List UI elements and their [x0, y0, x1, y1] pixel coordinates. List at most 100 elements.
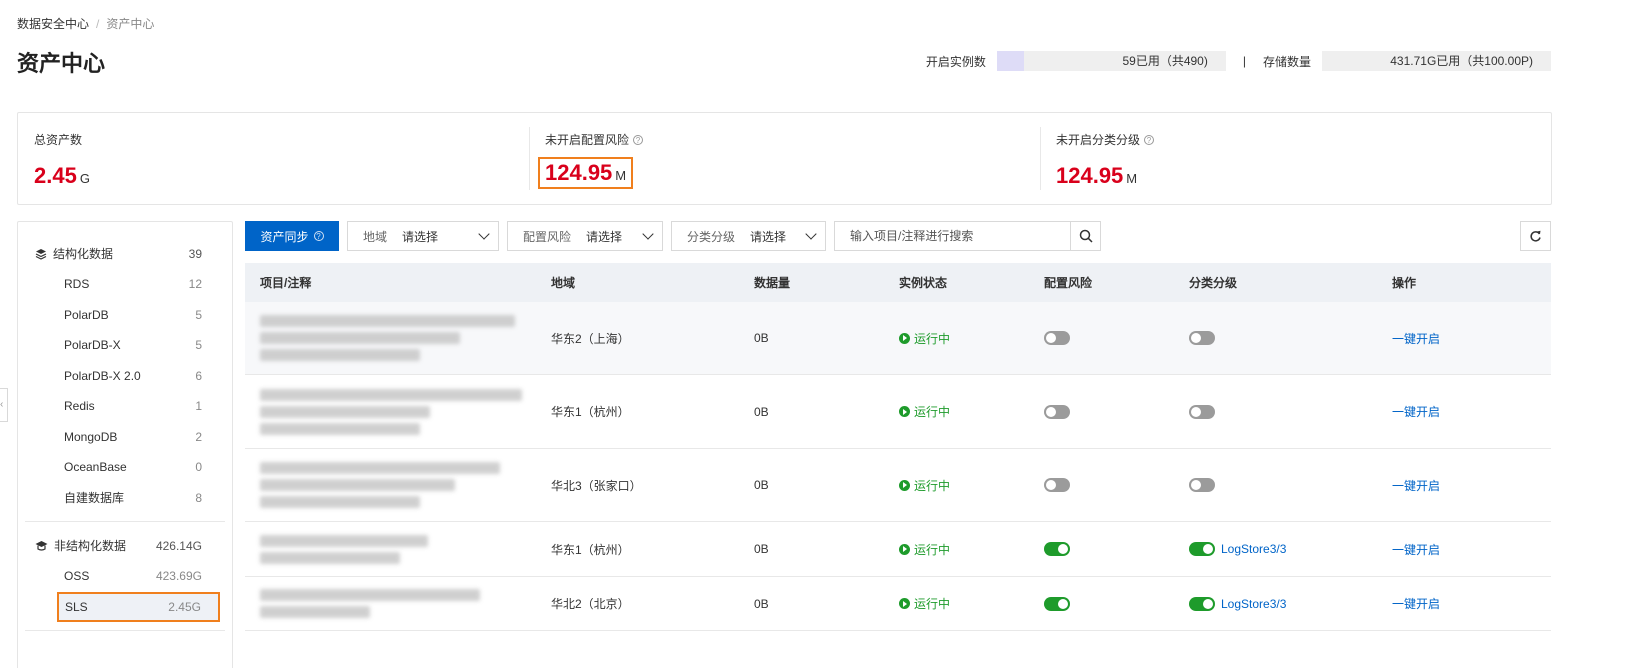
sidebar-group-count: 39: [188, 246, 202, 261]
cell-region: 华东2（上海）: [551, 331, 630, 346]
cell-status: 运行中: [899, 541, 1044, 558]
breadcrumb-root[interactable]: 数据安全中心: [17, 17, 89, 31]
instances-quota-label: 开启实例数: [925, 54, 986, 69]
help-icon[interactable]: ?: [1144, 134, 1155, 145]
classification-switch[interactable]: [1189, 331, 1215, 345]
sidebar-group-structured[interactable]: 结构化数据 39: [18, 238, 232, 269]
classification-select[interactable]: 分类分级 请选择: [671, 221, 826, 251]
sidebar-item-oceanbase[interactable]: OceanBase 0: [18, 452, 232, 483]
cell-status: 运行中: [899, 330, 1044, 347]
asset-table: 项目/注释 地域 数据量 实例状态 配置风险 分类分级 操作 华东2（上海） 0…: [245, 263, 1551, 631]
layers-icon: [35, 248, 47, 260]
classification-switch[interactable]: [1189, 596, 1215, 611]
sidebar-collapse-handle[interactable]: ‹: [0, 388, 8, 422]
cell-classification: [1189, 404, 1392, 419]
enable-all-link[interactable]: 一键开启: [1392, 405, 1440, 419]
enable-all-link[interactable]: 一键开启: [1392, 332, 1440, 346]
play-circle-icon: [899, 598, 910, 609]
sidebar-item-mongodb[interactable]: MongoDB 2: [18, 422, 232, 453]
classification-switch[interactable]: [1189, 542, 1215, 556]
classification-switch[interactable]: [1189, 478, 1215, 492]
stat-classification-disabled-label: 未开启分类分级: [1056, 133, 1141, 147]
cell-status: 运行中: [899, 403, 1044, 420]
cell-project: [245, 457, 551, 513]
instances-quota-text: 59已用（共490): [1122, 54, 1208, 68]
help-icon: ?: [313, 231, 324, 241]
sidebar-item-polardb[interactable]: PolarDB 5: [18, 300, 232, 331]
config-risk-switch[interactable]: [1044, 331, 1070, 346]
cell-project: [245, 530, 551, 569]
column-header-project: 项目/注释: [260, 276, 312, 290]
cell-classification: LogStore3/3: [1189, 542, 1392, 556]
refresh-button[interactable]: [1520, 221, 1551, 251]
config-risk-switch[interactable]: [1044, 596, 1070, 611]
cell-region: 华东1（杭州）: [551, 405, 630, 419]
sidebar-item-sls[interactable]: SLS 2.45G: [57, 591, 220, 622]
sidebar-item-rds[interactable]: RDS 12: [18, 269, 232, 300]
classification-detail-link[interactable]: LogStore3/3: [1221, 597, 1286, 611]
redacted-text: [260, 606, 370, 618]
breadcrumb-separator: /: [96, 17, 100, 31]
chevron-down-icon: [642, 228, 654, 240]
sidebar-item-oss[interactable]: OSS 423.69G: [18, 561, 232, 592]
sidebar-item-polardb-x-2[interactable]: PolarDB-X 2.0 6: [18, 361, 232, 392]
stat-risk-disabled-value: 124.95 M: [538, 157, 634, 189]
storage-quota-bar: 431.71G已用（共100.00P): [1322, 51, 1551, 71]
stat-risk-disabled-label: 未开启配置风险: [545, 133, 630, 147]
stat-classification-disabled-value: 124.95 M: [1056, 163, 1138, 188]
column-header-action: 操作: [1392, 276, 1417, 290]
search-button[interactable]: [1070, 222, 1100, 250]
search-input[interactable]: [835, 222, 1070, 250]
sidebar-item-self-built-db[interactable]: 自建数据库 8: [18, 483, 232, 514]
cell-config-risk: [1044, 478, 1189, 493]
redacted-text: [260, 462, 500, 474]
region-select[interactable]: 地域 请选择: [347, 221, 499, 251]
instances-quota-fill: [996, 51, 1025, 71]
cell-config-risk: [1044, 542, 1189, 557]
cell-status: 运行中: [899, 477, 1044, 494]
column-header-size: 数据量: [754, 276, 791, 290]
redacted-text: [260, 422, 420, 435]
redacted-text: [260, 388, 522, 401]
help-icon[interactable]: ?: [633, 134, 644, 145]
config-risk-switch[interactable]: [1044, 542, 1070, 557]
cell-action: 一键开启: [1392, 330, 1551, 347]
filter-toolbar: 资产同步? 地域 请选择 配置风险 请选择 分类分级 请选择: [245, 221, 1101, 251]
redacted-text: [260, 534, 428, 547]
redacted-text: [260, 332, 460, 344]
stat-total-assets: 总资产数 2.45 G: [18, 113, 529, 204]
redacted-text: [260, 315, 515, 327]
classification-detail-link[interactable]: LogStore3/3: [1221, 542, 1286, 556]
sidebar-item-redis[interactable]: Redis 1: [18, 391, 232, 422]
cell-region: 华北3（张家口）: [551, 478, 642, 493]
chevron-down-icon: [805, 228, 817, 240]
column-header-config-risk: 配置风险: [1044, 276, 1093, 290]
cell-size: 0B: [754, 478, 769, 492]
enable-all-link[interactable]: 一键开启: [1392, 597, 1440, 611]
sidebar-group-unstructured[interactable]: 非结构化数据 426.14G: [18, 530, 232, 561]
cell-project: [245, 310, 551, 366]
cell-config-risk: [1044, 331, 1189, 346]
sidebar-group-label: 结构化数据: [53, 247, 114, 261]
cell-size: 0B: [754, 596, 769, 611]
cell-region: 华东1（杭州）: [551, 542, 630, 557]
cell-project: [245, 384, 551, 440]
enable-all-link[interactable]: 一键开启: [1392, 543, 1440, 557]
breadcrumb-current: 资产中心: [106, 17, 155, 31]
table-row: 华东1（杭州） 0B 运行中 一键开启: [245, 375, 1551, 449]
cell-action: 一键开启: [1392, 541, 1551, 558]
cell-action: 一键开启: [1392, 477, 1551, 494]
redacted-text: [260, 479, 455, 491]
asset-type-sidebar: 结构化数据 39 RDS 12 PolarDB 5 PolarDB-X 5 Polar…: [17, 221, 233, 668]
redacted-text: [260, 405, 430, 418]
classification-switch[interactable]: [1189, 404, 1215, 419]
play-circle-icon: [899, 479, 910, 491]
asset-sync-button[interactable]: 资产同步?: [245, 221, 339, 251]
enable-all-link[interactable]: 一键开启: [1392, 479, 1440, 493]
sidebar-item-polardb-x[interactable]: PolarDB-X 5: [18, 330, 232, 361]
config-risk-select[interactable]: 配置风险 请选择: [507, 221, 663, 251]
config-risk-switch[interactable]: [1044, 404, 1070, 419]
stat-total-assets-label: 总资产数: [34, 133, 83, 147]
config-risk-switch[interactable]: [1044, 478, 1070, 493]
cell-region: 华北2（北京）: [551, 597, 630, 611]
